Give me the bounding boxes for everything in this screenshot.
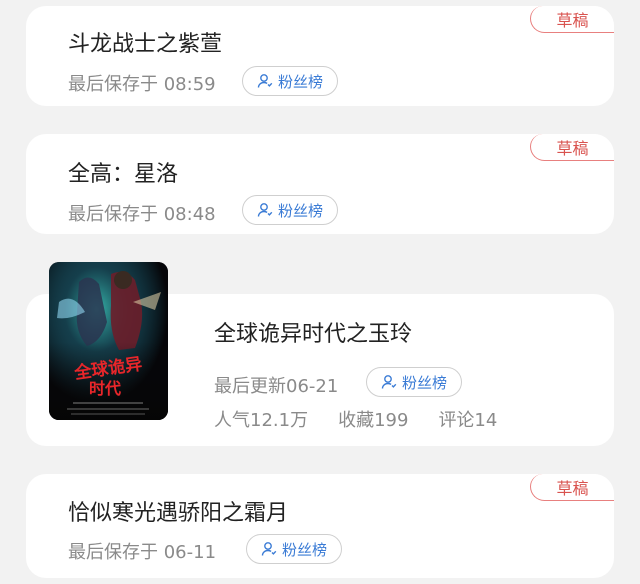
work-title: 恰似寒光遇骄阳之霜月	[68, 501, 289, 526]
comments-stat: 评论14	[438, 410, 498, 431]
user-icon	[257, 202, 273, 218]
fans-rank-button[interactable]: 粉丝榜	[366, 367, 462, 397]
fans-rank-button[interactable]: 粉丝榜	[242, 66, 338, 96]
cover-title-line2: 时代	[89, 379, 121, 398]
draft-badge: 草稿	[530, 474, 614, 501]
fans-rank-button[interactable]: 粉丝榜	[246, 534, 342, 564]
last-saved-time: 最后保存于 06-11	[68, 542, 217, 563]
book-cover-art: 全球诡异 时代	[49, 262, 168, 420]
work-title: 全球诡异时代之玉玲	[214, 322, 413, 347]
user-icon	[257, 73, 273, 89]
work-stats: 人气12.1万 收藏199 评论14	[214, 406, 497, 432]
draft-card[interactable]: 草稿 全高：星洛 最后保存于 08:48 粉丝榜	[26, 134, 614, 234]
user-icon	[261, 541, 277, 557]
draft-card[interactable]: 草稿 斗龙战士之紫萱 最后保存于 08:59 粉丝榜	[26, 6, 614, 106]
last-saved-time: 最后保存于 08:48	[68, 204, 216, 225]
fans-rank-button[interactable]: 粉丝榜	[242, 195, 338, 225]
fans-rank-label: 粉丝榜	[281, 540, 327, 559]
draft-badge: 草稿	[530, 6, 614, 33]
fans-rank-label: 粉丝榜	[277, 201, 323, 220]
draft-badge: 草稿	[530, 134, 614, 161]
last-updated-time: 最后更新06-21	[214, 376, 339, 397]
fans-rank-label: 粉丝榜	[401, 373, 447, 392]
fans-rank-label: 粉丝榜	[277, 72, 323, 91]
popularity-stat: 人气12.1万	[214, 410, 309, 431]
last-saved-time: 最后保存于 08:59	[68, 74, 216, 95]
book-cover[interactable]: 全球诡异 时代	[49, 262, 168, 420]
work-title: 斗龙战士之紫萱	[68, 32, 223, 57]
user-icon	[381, 374, 397, 390]
draft-card[interactable]: 草稿 恰似寒光遇骄阳之霜月 最后保存于 06-11 粉丝榜	[26, 474, 614, 578]
work-title: 全高：星洛	[68, 162, 179, 187]
favorites-stat: 收藏199	[338, 410, 409, 431]
